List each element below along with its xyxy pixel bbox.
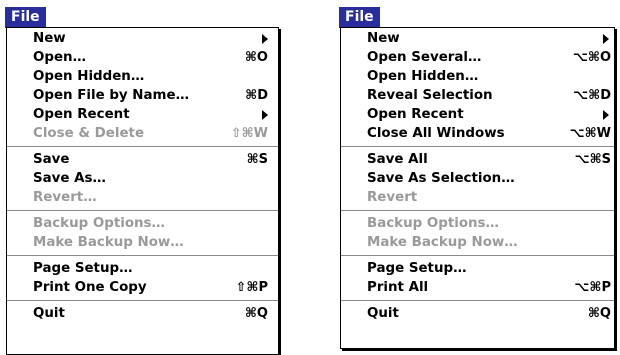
submenu-arrow-icon [262, 110, 268, 120]
menu-item-quit[interactable]: Quit ⌘Q [341, 304, 614, 323]
menu-item-label: Make Backup Now… [33, 235, 184, 250]
submenu-arrow-icon [603, 110, 609, 120]
menu-item-make-backup-now: Make Backup Now… [341, 233, 614, 252]
menu-item-revert: Revert… [7, 188, 278, 207]
submenu-arrow-icon [262, 34, 268, 44]
keyboard-shortcut: ⌘D [245, 88, 268, 103]
menu-separator [7, 252, 278, 259]
menu-item-label: Open… [33, 50, 86, 65]
keyboard-shortcut: ⌥⌘W [569, 126, 611, 141]
menu-item-save-as[interactable]: Save As… [7, 169, 278, 188]
menu-item-label: Save As… [33, 171, 106, 186]
menu-item-new[interactable]: New [7, 29, 278, 48]
keyboard-shortcut: ⌥⌘D [573, 88, 611, 103]
keyboard-shortcut: ⌘Q [587, 306, 611, 321]
menu-item-label: Quit [367, 306, 399, 321]
file-menu-title[interactable]: File [339, 7, 380, 28]
keyboard-shortcut: ⇧⌘P [235, 280, 268, 295]
menu-item-close-all-windows[interactable]: Close All Windows ⌥⌘W [341, 124, 614, 143]
menu-item-open-several[interactable]: Open Several… ⌥⌘O [341, 48, 614, 67]
menu-item-label: Save All [367, 152, 428, 167]
menu-separator [7, 297, 278, 304]
menu-item-open-hidden[interactable]: Open Hidden… [341, 67, 614, 86]
menu-item-print-one-copy[interactable]: Print One Copy ⇧⌘P [7, 278, 278, 297]
menu-item-save-all[interactable]: Save All ⌥⌘S [341, 150, 614, 169]
menu-item-print-all[interactable]: Print All ⌥⌘P [341, 278, 614, 297]
menu-item-backup-options: Backup Options… [7, 214, 278, 233]
submenu-arrow-icon [603, 34, 609, 44]
menu-item-label: Make Backup Now… [367, 235, 518, 250]
menu-item-open-hidden[interactable]: Open Hidden… [7, 67, 278, 86]
file-menu-dropdown: New Open Several… ⌥⌘O Open Hidden… Reveal Se… [340, 27, 615, 349]
menu-item-label: Revert [367, 190, 418, 205]
menu-item-label: New [367, 31, 400, 46]
menu-item-revert: Revert [341, 188, 614, 207]
menu-item-label: Close & Delete [33, 126, 145, 141]
menu-separator [7, 143, 278, 150]
menu-item-label: Open File by Name… [33, 88, 189, 103]
menu-separator [7, 207, 278, 214]
menu-item-close-delete: Close & Delete ⇧⌘W [7, 124, 278, 143]
menu-separator [341, 143, 614, 150]
keyboard-shortcut: ⇧⌘W [230, 126, 268, 141]
menu-item-new[interactable]: New [341, 29, 614, 48]
menu-item-label: Open Hidden… [367, 69, 479, 84]
menu-item-quit[interactable]: Quit ⌘Q [7, 304, 278, 323]
menu-item-save-as-selection[interactable]: Save As Selection… [341, 169, 614, 188]
file-menu-dropdown: New Open… ⌘O Open Hidden… Open File by Name…… [6, 27, 279, 355]
menu-item-label: Page Setup… [367, 261, 467, 276]
keyboard-shortcut: ⌥⌘S [574, 152, 611, 167]
menu-item-label: Open Recent [33, 107, 130, 122]
menu-item-label: Save [33, 152, 70, 167]
menu-item-label: Open Several… [367, 50, 482, 65]
menu-item-label: Print One Copy [33, 280, 147, 295]
menu-separator [341, 297, 614, 304]
menu-item-open-recent[interactable]: Open Recent [7, 105, 278, 124]
menu-item-page-setup[interactable]: Page Setup… [7, 259, 278, 278]
menu-item-label: Close All Windows [367, 126, 505, 141]
keyboard-shortcut: ⌘S [246, 152, 268, 167]
keyboard-shortcut: ⌘O [244, 50, 268, 65]
menu-item-label: Open Recent [367, 107, 464, 122]
menu-item-label: New [33, 31, 66, 46]
menu-item-label: Reveal Selection [367, 88, 493, 103]
menu-separator [341, 252, 614, 259]
menu-item-open[interactable]: Open… ⌘O [7, 48, 278, 67]
menu-item-open-recent[interactable]: Open Recent [341, 105, 614, 124]
menu-item-label: Page Setup… [33, 261, 133, 276]
menu-item-backup-options: Backup Options… [341, 214, 614, 233]
menu-item-page-setup[interactable]: Page Setup… [341, 259, 614, 278]
menu-item-label: Backup Options… [33, 216, 165, 231]
keyboard-shortcut: ⌘Q [244, 306, 268, 321]
file-menu-standard: File New Open… ⌘O Open Hidden… Open File by … [5, 6, 279, 355]
menu-item-label: Print All [367, 280, 429, 295]
file-menu-option-key: File New Open Several… ⌥⌘O Open Hidden… Reve… [339, 6, 615, 349]
keyboard-shortcut: ⌥⌘P [574, 280, 611, 295]
menu-item-reveal-selection[interactable]: Reveal Selection ⌥⌘D [341, 86, 614, 105]
file-menu-title[interactable]: File [5, 7, 46, 28]
menu-item-label: Backup Options… [367, 216, 499, 231]
menu-item-label: Open Hidden… [33, 69, 145, 84]
menu-item-save[interactable]: Save ⌘S [7, 150, 278, 169]
menu-item-open-file-by-name[interactable]: Open File by Name… ⌘D [7, 86, 278, 105]
menu-item-label: Save As Selection… [367, 171, 515, 186]
menu-item-label: Revert… [33, 190, 97, 205]
menu-separator [341, 207, 614, 214]
keyboard-shortcut: ⌥⌘O [572, 50, 611, 65]
menu-item-make-backup-now: Make Backup Now… [7, 233, 278, 252]
menu-item-label: Quit [33, 306, 65, 321]
